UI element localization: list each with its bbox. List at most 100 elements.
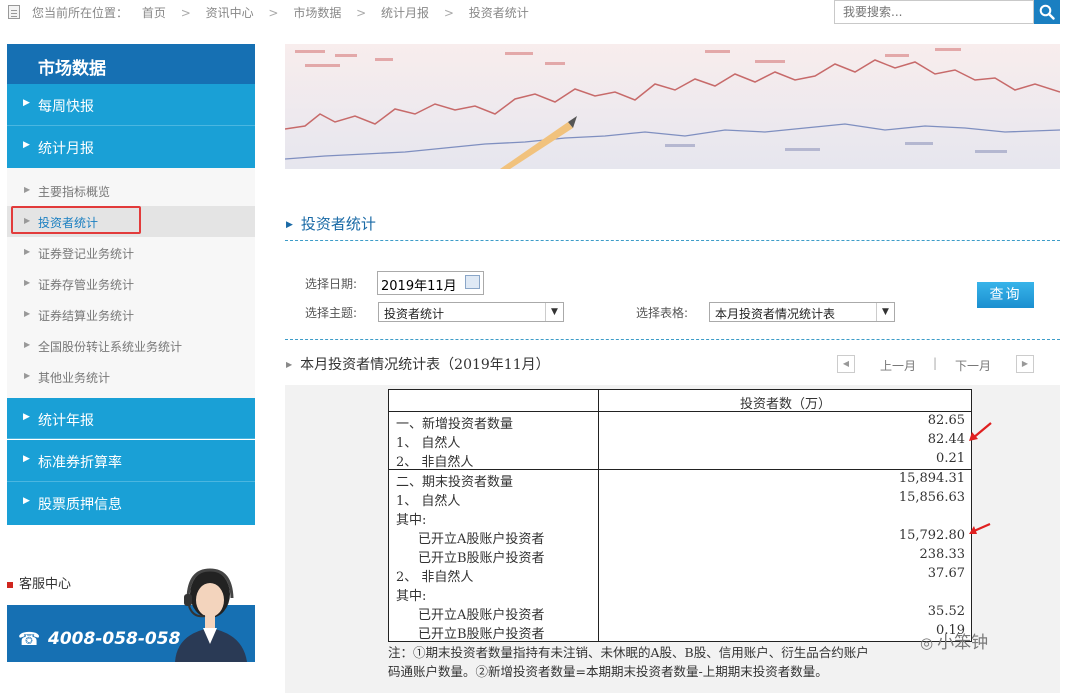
sidebar-subitem-custody-stats[interactable]: ▶ 证券存管业务统计 (7, 268, 255, 299)
table-column-divider (598, 389, 599, 642)
phone-icon: ☎ (18, 629, 41, 650)
sidebar-subitem-key-indicators[interactable]: ▶ 主要指标概览 (7, 175, 255, 206)
topic-label: 选择主题: (305, 306, 358, 320)
section-title: ▶ 投资者统计 (286, 213, 376, 234)
table-row-label: 已开立B股账户投资者 (418, 627, 545, 642)
table-row-value: 15,856.63 (898, 490, 965, 505)
table-row-label: 已开立B股账户投资者 (418, 551, 545, 566)
sidebar-item-label: 每周快报 (38, 99, 94, 115)
table-title-text: 本月投资者情况统计表（2019年11月） (300, 357, 550, 373)
search-input[interactable] (834, 0, 1034, 24)
table-select-label: 选择表格: (636, 306, 689, 320)
breadcrumb: 您当前所在位置： 首页 > 资讯中心 > 市场数据 > 统计月报 > 投资者统计 (32, 4, 529, 21)
sidebar-item-label: 统计月报 (38, 141, 94, 157)
sidebar-item-label: 股票质押信息 (38, 497, 122, 513)
table-row-label: 其中: (396, 513, 427, 528)
table-section-divider (388, 469, 972, 470)
table-row-label: 1、 自然人 (396, 436, 461, 451)
service-center-title: 客服中心 (7, 573, 71, 592)
calendar-icon[interactable] (465, 275, 480, 289)
sidebar-item-annual-report[interactable]: ▶ 统计年报 (7, 398, 255, 439)
service-agent-avatar (165, 558, 255, 662)
caret-right-icon: ▶ (24, 278, 31, 287)
caret-right-icon: ▶ (286, 360, 293, 369)
topic-select[interactable]: 投资者统计 ▼ (378, 302, 564, 322)
market-chart-banner (285, 44, 1060, 169)
table-footnote: 注：①期末投资者数量指持有未注销、未休眠的A股、B股、信用账户、衍生品合约账户 … (388, 643, 978, 681)
service-center-label: 客服中心 (19, 577, 72, 592)
divider (285, 240, 1060, 241)
sidebar-item-label: 标准券折算率 (38, 455, 122, 471)
caret-right-icon: ▶ (24, 340, 31, 349)
wechat-icon: ◎ (920, 634, 934, 652)
table-row-label: 2、 非自然人 (396, 455, 474, 470)
sidebar-item-weekly-report[interactable]: ▶ 每周快报 (7, 84, 255, 126)
caret-right-icon: ▶ (23, 98, 30, 108)
sidebar-subitem-label: 主要指标概览 (38, 185, 111, 199)
caret-right-icon: ▶ (23, 496, 30, 506)
section-title-text: 投资者统计 (300, 215, 376, 233)
sidebar-subitem-other-stats[interactable]: ▶ 其他业务统计 (7, 361, 255, 392)
search-button[interactable] (1034, 0, 1060, 24)
table-select[interactable]: 本月投资者情况统计表 ▼ (709, 302, 895, 322)
table-row-label: 其中: (396, 589, 427, 604)
table-row-label: 2、 非自然人 (396, 570, 474, 585)
service-phone-number: 4008-058-058 (48, 629, 181, 649)
table-title: ▶ 本月投资者情况统计表（2019年11月） (286, 354, 550, 374)
next-month-link[interactable]: 下一月 (955, 357, 991, 374)
breadcrumb-prefix: 您当前所在位置： (32, 6, 129, 20)
sidebar-item-pledge-info[interactable]: ▶ 股票质押信息 (7, 482, 255, 525)
sidebar-title: 市场数据 (7, 44, 255, 84)
square-bullet-icon (7, 581, 13, 588)
divider (285, 339, 1060, 340)
dropdown-arrow-icon: ▼ (545, 303, 563, 321)
next-month-icon[interactable]: ▶ (1016, 355, 1034, 373)
table-row-value: 0.21 (936, 451, 965, 466)
caret-right-icon: ▶ (24, 185, 31, 194)
watermark: ◎ 小笨钟 (920, 628, 988, 653)
table-row-label: 二、期末投资者数量 (396, 475, 514, 490)
document-icon (8, 5, 20, 19)
table-row-value: 35.52 (927, 604, 965, 619)
dropdown-arrow-icon: ▼ (876, 303, 894, 321)
table-row-label: 已开立A股账户投资者 (418, 608, 545, 623)
prev-month-link[interactable]: 上一月 (880, 357, 916, 374)
table-row-label: 已开立A股账户投资者 (418, 532, 545, 547)
table-row-value: 37.67 (927, 566, 965, 581)
table-row-value: 82.65 (927, 413, 965, 428)
breadcrumb-news-center[interactable]: 资讯中心 (206, 4, 254, 21)
sidebar-item-monthly-report[interactable]: ▶ 统计月报 (7, 126, 255, 168)
chevron-right-icon: > (268, 6, 279, 20)
sidebar-subitem-settlement-stats[interactable]: ▶ 证券结算业务统计 (7, 299, 255, 330)
sidebar-subitem-neeq-stats[interactable]: ▶ 全国股份转让系统业务统计 (7, 330, 255, 361)
highlight-annotation-box (11, 206, 141, 234)
chevron-right-icon: > (180, 6, 191, 20)
prev-month-icon[interactable]: ◀ (837, 355, 855, 373)
footnote-line-2: 码通账户数量。②新增投资者数量=本期期末投资者数量-上期期末投资者数量。 (388, 664, 828, 679)
breadcrumb-monthly-report[interactable]: 统计月报 (381, 4, 429, 21)
query-button[interactable]: 查询 (977, 282, 1034, 308)
sidebar-subitem-registration-stats[interactable]: ▶ 证券登记业务统计 (7, 237, 255, 268)
search-icon (1039, 4, 1055, 20)
red-arrow-icon (969, 422, 992, 441)
chevron-right-icon: > (443, 6, 454, 20)
caret-right-icon: ▶ (23, 454, 30, 464)
date-label: 选择日期: (305, 277, 358, 291)
breadcrumb-home[interactable]: 首页 (142, 4, 166, 21)
chevron-right-icon: > (356, 6, 367, 20)
table-row-value: 15,792.80 (898, 528, 965, 543)
caret-right-icon: ▶ (23, 140, 30, 150)
sidebar-subitem-label: 证券存管业务统计 (38, 278, 135, 292)
breadcrumb-market-data[interactable]: 市场数据 (293, 4, 341, 21)
sidebar-subitem-label: 全国股份转让系统业务统计 (38, 340, 183, 354)
table-row-value: 15,894.31 (898, 471, 965, 486)
caret-right-icon: ▶ (23, 412, 30, 422)
red-arrow-icon (969, 522, 991, 534)
table-row-value: 238.33 (919, 547, 966, 562)
caret-right-icon: ▶ (286, 220, 293, 230)
sidebar-subitem-label: 证券结算业务统计 (38, 309, 135, 323)
sidebar-item-conversion-rate[interactable]: ▶ 标准券折算率 (7, 440, 255, 482)
caret-right-icon: ▶ (24, 309, 31, 318)
breadcrumb-investor-stats[interactable]: 投资者统计 (469, 4, 529, 21)
table-column-header: 投资者数（万） (739, 397, 831, 412)
